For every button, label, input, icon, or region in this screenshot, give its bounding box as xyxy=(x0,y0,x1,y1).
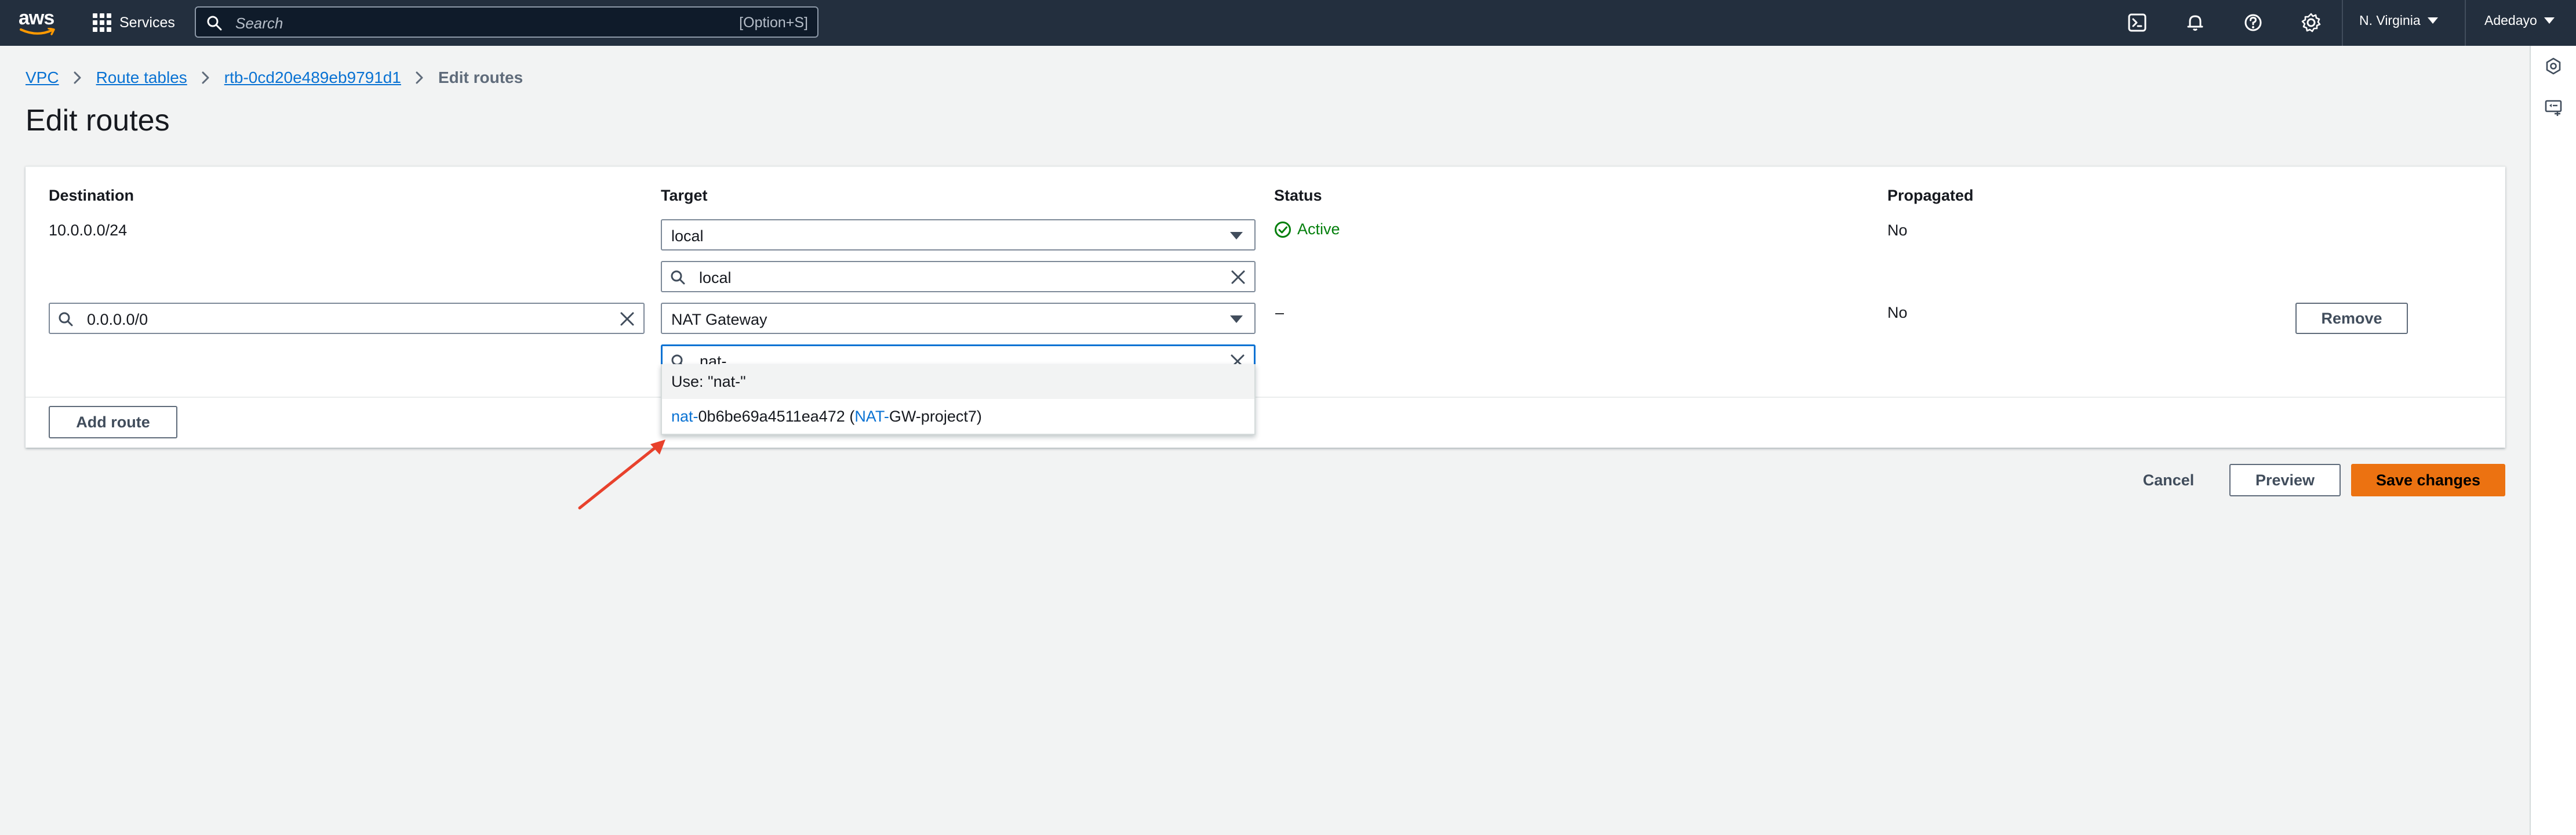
services-label: Services xyxy=(119,14,175,31)
aws-smile-icon xyxy=(20,28,55,35)
cloudshell-button[interactable] xyxy=(2125,10,2149,35)
page-title: Edit routes xyxy=(26,104,170,137)
nav-separator xyxy=(2342,0,2343,46)
route-1-target-value: local xyxy=(671,227,704,245)
info-panel-toggle[interactable] xyxy=(2542,55,2564,77)
breadcrumb-current: Edit routes xyxy=(438,68,523,86)
help-icon xyxy=(2244,14,2262,31)
column-header-propagated: Propagated xyxy=(1887,187,1974,204)
edit-routes-panel: Destination Target Status Propagated 10.… xyxy=(26,166,2505,448)
route-1-target-filter-value: local xyxy=(699,269,732,286)
right-tools-rail xyxy=(2530,46,2576,835)
remove-route-button[interactable]: Remove xyxy=(2295,303,2408,334)
region-selector[interactable]: N. Virginia xyxy=(2359,13,2438,28)
option-paren-open: ( xyxy=(845,408,855,425)
breadcrumb-route-table-id[interactable]: rtb-0cd20e489eb9791d1 xyxy=(224,68,401,87)
chevron-right-icon xyxy=(201,71,210,85)
notifications-button[interactable] xyxy=(2183,10,2207,35)
tutorial-panel-toggle[interactable] xyxy=(2542,97,2564,119)
clear-icon[interactable] xyxy=(618,310,636,328)
check-circle-icon xyxy=(1275,221,1291,238)
top-navigation: aws Services Search [Option+S] N. Virgin… xyxy=(0,0,2576,46)
dropdown-option-nat-gateway[interactable]: nat-0b6be69a4511ea472 (NAT-GW-project7) xyxy=(662,399,1254,434)
route-2-propagated: No xyxy=(1887,304,1908,321)
gear-icon xyxy=(2301,13,2321,32)
option-name-rest: GW-project7) xyxy=(889,408,982,425)
preview-button[interactable]: Preview xyxy=(2229,464,2341,496)
search-icon xyxy=(207,16,222,31)
cancel-button[interactable]: Cancel xyxy=(2125,464,2212,496)
clear-icon[interactable] xyxy=(1229,268,1247,286)
option-id-rest: 0b6be69a4511ea472 xyxy=(698,408,845,425)
search-icon xyxy=(671,270,685,285)
column-header-destination: Destination xyxy=(49,187,134,204)
route-2-destination-input[interactable]: 0.0.0.0/0 xyxy=(49,303,645,334)
help-button[interactable] xyxy=(2241,10,2265,35)
search-shortcut-hint: [Option+S] xyxy=(739,14,808,31)
option-match-prefix: nat- xyxy=(671,408,698,425)
global-search-input[interactable]: Search [Option+S] xyxy=(195,6,818,38)
route-2-status: – xyxy=(1275,304,1285,321)
route-2-target-value: NAT Gateway xyxy=(671,311,767,328)
add-route-button[interactable]: Add route xyxy=(49,406,177,438)
chevron-right-icon xyxy=(415,71,424,85)
settings-button[interactable] xyxy=(2299,10,2323,35)
target-options-dropdown: Use: "nat-" nat-0b6be69a4511ea472 (NAT-G… xyxy=(661,364,1256,435)
account-menu[interactable]: Adedayo xyxy=(2484,13,2555,28)
route-1-status-label: Active xyxy=(1297,220,1340,238)
chevron-right-icon xyxy=(73,71,82,85)
account-name: Adedayo xyxy=(2484,13,2537,28)
aws-logo-text: aws xyxy=(19,7,54,29)
route-1-target-select[interactable]: local xyxy=(661,219,1256,251)
annotation-arrow-icon xyxy=(578,440,665,510)
save-changes-button[interactable]: Save changes xyxy=(2351,464,2505,496)
services-grid-icon xyxy=(93,13,111,32)
breadcrumb-route-tables[interactable]: Route tables xyxy=(96,68,187,87)
search-icon xyxy=(59,312,73,326)
feedback-screen-icon xyxy=(2545,100,2562,116)
route-1-propagated: No xyxy=(1887,222,1908,239)
route-1-status: Active xyxy=(1274,220,1340,238)
caret-down-icon xyxy=(2427,17,2438,24)
aws-logo[interactable]: aws xyxy=(19,7,57,36)
route-1-destination: 10.0.0.0/24 xyxy=(49,222,128,239)
search-placeholder: Search xyxy=(235,14,283,32)
dropdown-option-use-value[interactable]: Use: "nat-" xyxy=(662,364,1254,399)
route-2-destination-value: 0.0.0.0/0 xyxy=(87,311,148,328)
nav-separator xyxy=(2465,0,2466,46)
caret-down-icon xyxy=(1230,232,1243,239)
breadcrumb: VPC Route tables rtb-0cd20e489eb9791d1 E… xyxy=(26,66,523,89)
column-header-status: Status xyxy=(1274,187,1322,204)
services-menu-button[interactable]: Services xyxy=(93,10,175,35)
cloudshell-icon xyxy=(2128,13,2146,32)
column-header-target: Target xyxy=(661,187,708,204)
hexagon-help-icon xyxy=(2546,57,2561,75)
breadcrumb-vpc[interactable]: VPC xyxy=(26,68,59,87)
option-name-match-prefix: NAT- xyxy=(854,408,889,425)
route-2-target-select[interactable]: NAT Gateway xyxy=(661,303,1256,334)
region-label: N. Virginia xyxy=(2359,13,2421,28)
table-divider xyxy=(26,397,2505,398)
caret-down-icon xyxy=(2544,17,2555,24)
route-1-target-filter-input[interactable]: local xyxy=(661,261,1256,292)
bell-icon xyxy=(2187,15,2203,31)
caret-down-icon xyxy=(1230,315,1243,323)
